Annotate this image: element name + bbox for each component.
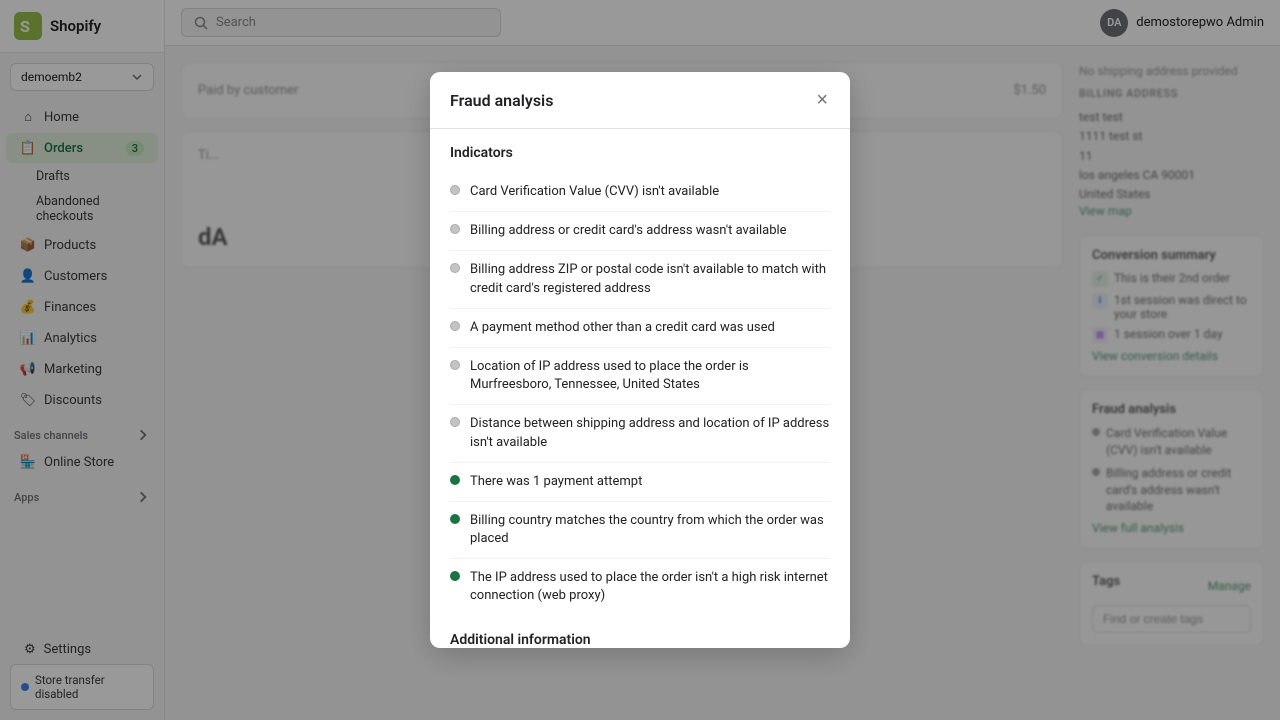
modal-overlay: Fraud analysis × Indicators Card Verific… [0, 0, 1280, 720]
indicator-text-1: Billing address or credit card's address… [470, 222, 787, 240]
indicator-text-3: A payment method other than a credit car… [470, 319, 775, 337]
indicator-item-1: Billing address or credit card's address… [450, 212, 830, 251]
indicator-dot-0 [450, 185, 460, 195]
indicator-text-7: Billing country matches the country from… [470, 512, 830, 548]
indicator-item-2: Billing address ZIP or postal code isn't… [450, 251, 830, 308]
indicator-item-5: Distance between shipping address and lo… [450, 405, 830, 462]
indicator-item-8: The IP address used to place the order i… [450, 559, 830, 615]
indicators-list: Card Verification Value (CVV) isn't avai… [450, 173, 830, 616]
indicator-dot-6 [450, 475, 460, 485]
indicator-item-7: Billing country matches the country from… [450, 502, 830, 559]
indicator-item-0: Card Verification Value (CVV) isn't avai… [450, 173, 830, 212]
indicator-dot-2 [450, 263, 460, 273]
modal-title: Fraud analysis [450, 91, 553, 110]
indicator-item-6: There was 1 payment attempt [450, 463, 830, 502]
indicator-text-6: There was 1 payment attempt [470, 473, 642, 491]
additional-info-section: Additional information This order was pl… [450, 632, 830, 648]
indicator-dot-1 [450, 224, 460, 234]
modal-body: Indicators Card Verification Value (CVV)… [430, 129, 850, 648]
indicator-text-4: Location of IP address used to place the… [470, 358, 830, 394]
modal-header: Fraud analysis × [430, 72, 850, 129]
indicator-dot-5 [450, 417, 460, 427]
indicators-title: Indicators [450, 145, 830, 161]
indicator-text-2: Billing address ZIP or postal code isn't… [470, 261, 830, 297]
indicator-item-3: A payment method other than a credit car… [450, 309, 830, 348]
additional-info-title: Additional information [450, 632, 830, 648]
indicator-dot-3 [450, 321, 460, 331]
indicator-text-8: The IP address used to place the order i… [470, 569, 830, 605]
indicator-item-4: Location of IP address used to place the… [450, 348, 830, 405]
modal-close-button[interactable]: × [814, 88, 830, 112]
indicator-text-5: Distance between shipping address and lo… [470, 415, 830, 451]
indicator-dot-7 [450, 514, 460, 524]
indicator-dot-8 [450, 571, 460, 581]
fraud-analysis-modal: Fraud analysis × Indicators Card Verific… [430, 72, 850, 648]
indicator-dot-4 [450, 360, 460, 370]
indicator-text-0: Card Verification Value (CVV) isn't avai… [470, 183, 719, 201]
